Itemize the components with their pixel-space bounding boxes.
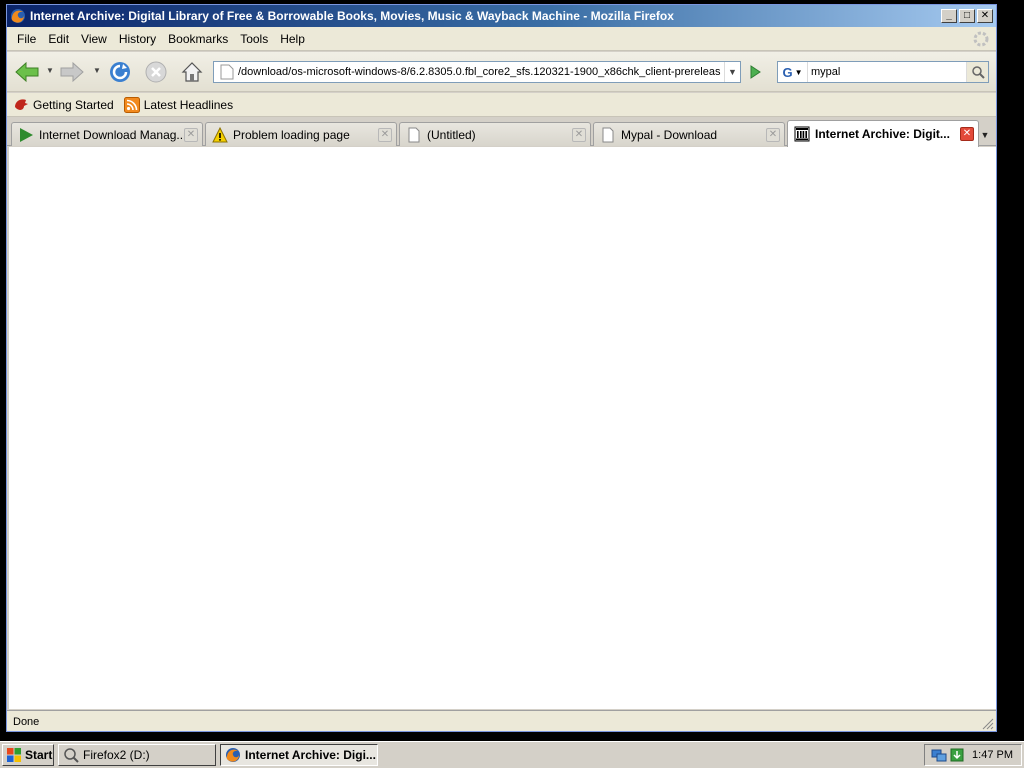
taskbar-item-label: Firefox2 (D:) bbox=[83, 748, 150, 762]
archive-icon bbox=[794, 126, 810, 142]
back-arrow-icon bbox=[15, 61, 39, 83]
menu-bar: File Edit View History Bookmarks Tools H… bbox=[7, 27, 996, 51]
magnifier-icon bbox=[971, 66, 985, 79]
start-button[interactable]: Start bbox=[2, 744, 54, 766]
tab-close-button[interactable]: ✕ bbox=[184, 127, 198, 142]
url-history-dropdown[interactable]: ▼ bbox=[724, 62, 740, 82]
bookmark-getting-started[interactable]: Getting Started bbox=[13, 97, 114, 113]
stop-button[interactable] bbox=[142, 58, 170, 86]
window-title: Internet Archive: Digital Library of Fre… bbox=[30, 9, 674, 23]
back-button[interactable] bbox=[13, 58, 41, 86]
go-arrow-icon[interactable] bbox=[747, 64, 763, 80]
navigation-toolbar: ▼ ▼ /download/os-microsoft-windows-8/6.2… bbox=[7, 52, 996, 92]
clock[interactable]: 1:47 PM bbox=[972, 749, 1013, 761]
bookmark-label: Getting Started bbox=[33, 97, 114, 112]
url-text[interactable]: /download/os-microsoft-windows-8/6.2.830… bbox=[238, 66, 724, 78]
menu-view[interactable]: View bbox=[75, 30, 113, 48]
reload-button[interactable] bbox=[106, 58, 134, 86]
status-text: Done bbox=[13, 715, 40, 728]
warning-icon bbox=[212, 126, 228, 142]
getting-started-icon bbox=[15, 98, 28, 110]
status-bar: Done bbox=[7, 710, 996, 731]
tab-problem-loading-page[interactable]: Problem loading page ✕ bbox=[205, 122, 397, 146]
start-label: Start bbox=[25, 748, 53, 762]
throbber-icon bbox=[973, 31, 989, 47]
download-manager-tray-icon[interactable] bbox=[949, 747, 965, 763]
tab-close-button[interactable]: ✕ bbox=[378, 127, 392, 142]
back-history-dropdown[interactable]: ▼ bbox=[46, 66, 54, 76]
tab-label: Problem loading page bbox=[233, 127, 350, 142]
bookmark-latest-headlines[interactable]: Latest Headlines bbox=[123, 96, 234, 113]
windows-logo-icon bbox=[7, 748, 21, 762]
page-icon bbox=[220, 64, 234, 80]
tab-strip: Internet Download Manag... ✕ Problem loa… bbox=[7, 118, 996, 147]
home-button[interactable] bbox=[178, 58, 206, 86]
idm-play-icon bbox=[20, 127, 33, 142]
close-button[interactable]: ✕ bbox=[977, 9, 993, 23]
rss-icon bbox=[123, 96, 140, 113]
menu-help[interactable]: Help bbox=[274, 30, 311, 48]
firefox-icon bbox=[226, 748, 240, 762]
blank-page-icon bbox=[408, 127, 420, 142]
blank-page-icon bbox=[602, 127, 614, 142]
tab-label: (Untitled) bbox=[427, 127, 476, 142]
tab-close-button[interactable]: ✕ bbox=[766, 127, 780, 142]
network-icon[interactable] bbox=[931, 747, 947, 763]
firefox-window: Internet Archive: Digital Library of Fre… bbox=[6, 4, 997, 732]
minimize-button[interactable]: _ bbox=[941, 9, 957, 23]
taskbar-internet-archive[interactable]: Internet Archive: Digi... bbox=[220, 744, 378, 766]
tab-untitled[interactable]: (Untitled) ✕ bbox=[399, 122, 591, 146]
forward-history-dropdown[interactable]: ▼ bbox=[93, 66, 101, 76]
tab-internet-download-manager[interactable]: Internet Download Manag... ✕ bbox=[11, 122, 203, 146]
tab-close-button[interactable]: ✕ bbox=[960, 127, 974, 141]
engine-dropdown-icon: ▼ bbox=[794, 67, 803, 77]
menu-bookmarks[interactable]: Bookmarks bbox=[162, 30, 234, 48]
bookmark-label: Latest Headlines bbox=[143, 97, 234, 112]
tab-internet-archive[interactable]: Internet Archive: Digit... ✕ bbox=[787, 120, 979, 147]
firefox-icon bbox=[11, 9, 25, 23]
search-bar: G ▼ bbox=[777, 61, 989, 83]
stop-icon bbox=[145, 61, 167, 83]
tab-close-button[interactable]: ✕ bbox=[572, 127, 586, 142]
taskbar-firefox2-drive[interactable]: Firefox2 (D:) bbox=[58, 744, 216, 766]
tab-mypal-download[interactable]: Mypal - Download ✕ bbox=[593, 122, 785, 146]
title-bar[interactable]: Internet Archive: Digital Library of Fre… bbox=[7, 5, 996, 27]
tab-label: Mypal - Download bbox=[621, 127, 718, 142]
page-content[interactable] bbox=[9, 147, 996, 709]
search-engine-selector[interactable]: G ▼ bbox=[778, 62, 808, 82]
search-button[interactable] bbox=[966, 62, 988, 82]
tab-label: Internet Download Manag... bbox=[39, 127, 184, 142]
taskbar: Start Firefox2 (D:) Internet Archive: Di… bbox=[0, 741, 1024, 768]
home-icon bbox=[181, 62, 203, 82]
google-icon: G bbox=[782, 64, 793, 80]
reload-icon bbox=[110, 62, 130, 82]
forward-arrow-icon bbox=[60, 61, 84, 83]
maximize-button[interactable]: □ bbox=[959, 9, 975, 23]
tab-label: Internet Archive: Digit... bbox=[815, 127, 950, 141]
menu-history[interactable]: History bbox=[113, 30, 162, 48]
system-tray: 1:47 PM bbox=[924, 744, 1022, 766]
taskbar-item-label: Internet Archive: Digi... bbox=[245, 748, 376, 762]
menu-tools[interactable]: Tools bbox=[234, 30, 274, 48]
menu-edit[interactable]: Edit bbox=[42, 30, 75, 48]
url-bar[interactable]: /download/os-microsoft-windows-8/6.2.830… bbox=[213, 61, 741, 83]
bookmarks-toolbar: Getting Started Latest Headlines bbox=[7, 93, 996, 117]
forward-button[interactable] bbox=[58, 58, 86, 86]
drive-icon bbox=[64, 748, 79, 763]
search-input[interactable] bbox=[808, 63, 966, 81]
menu-file[interactable]: File bbox=[11, 30, 42, 48]
resize-grip-icon[interactable] bbox=[980, 716, 994, 730]
tab-list-dropdown[interactable]: ▼ bbox=[977, 125, 993, 145]
